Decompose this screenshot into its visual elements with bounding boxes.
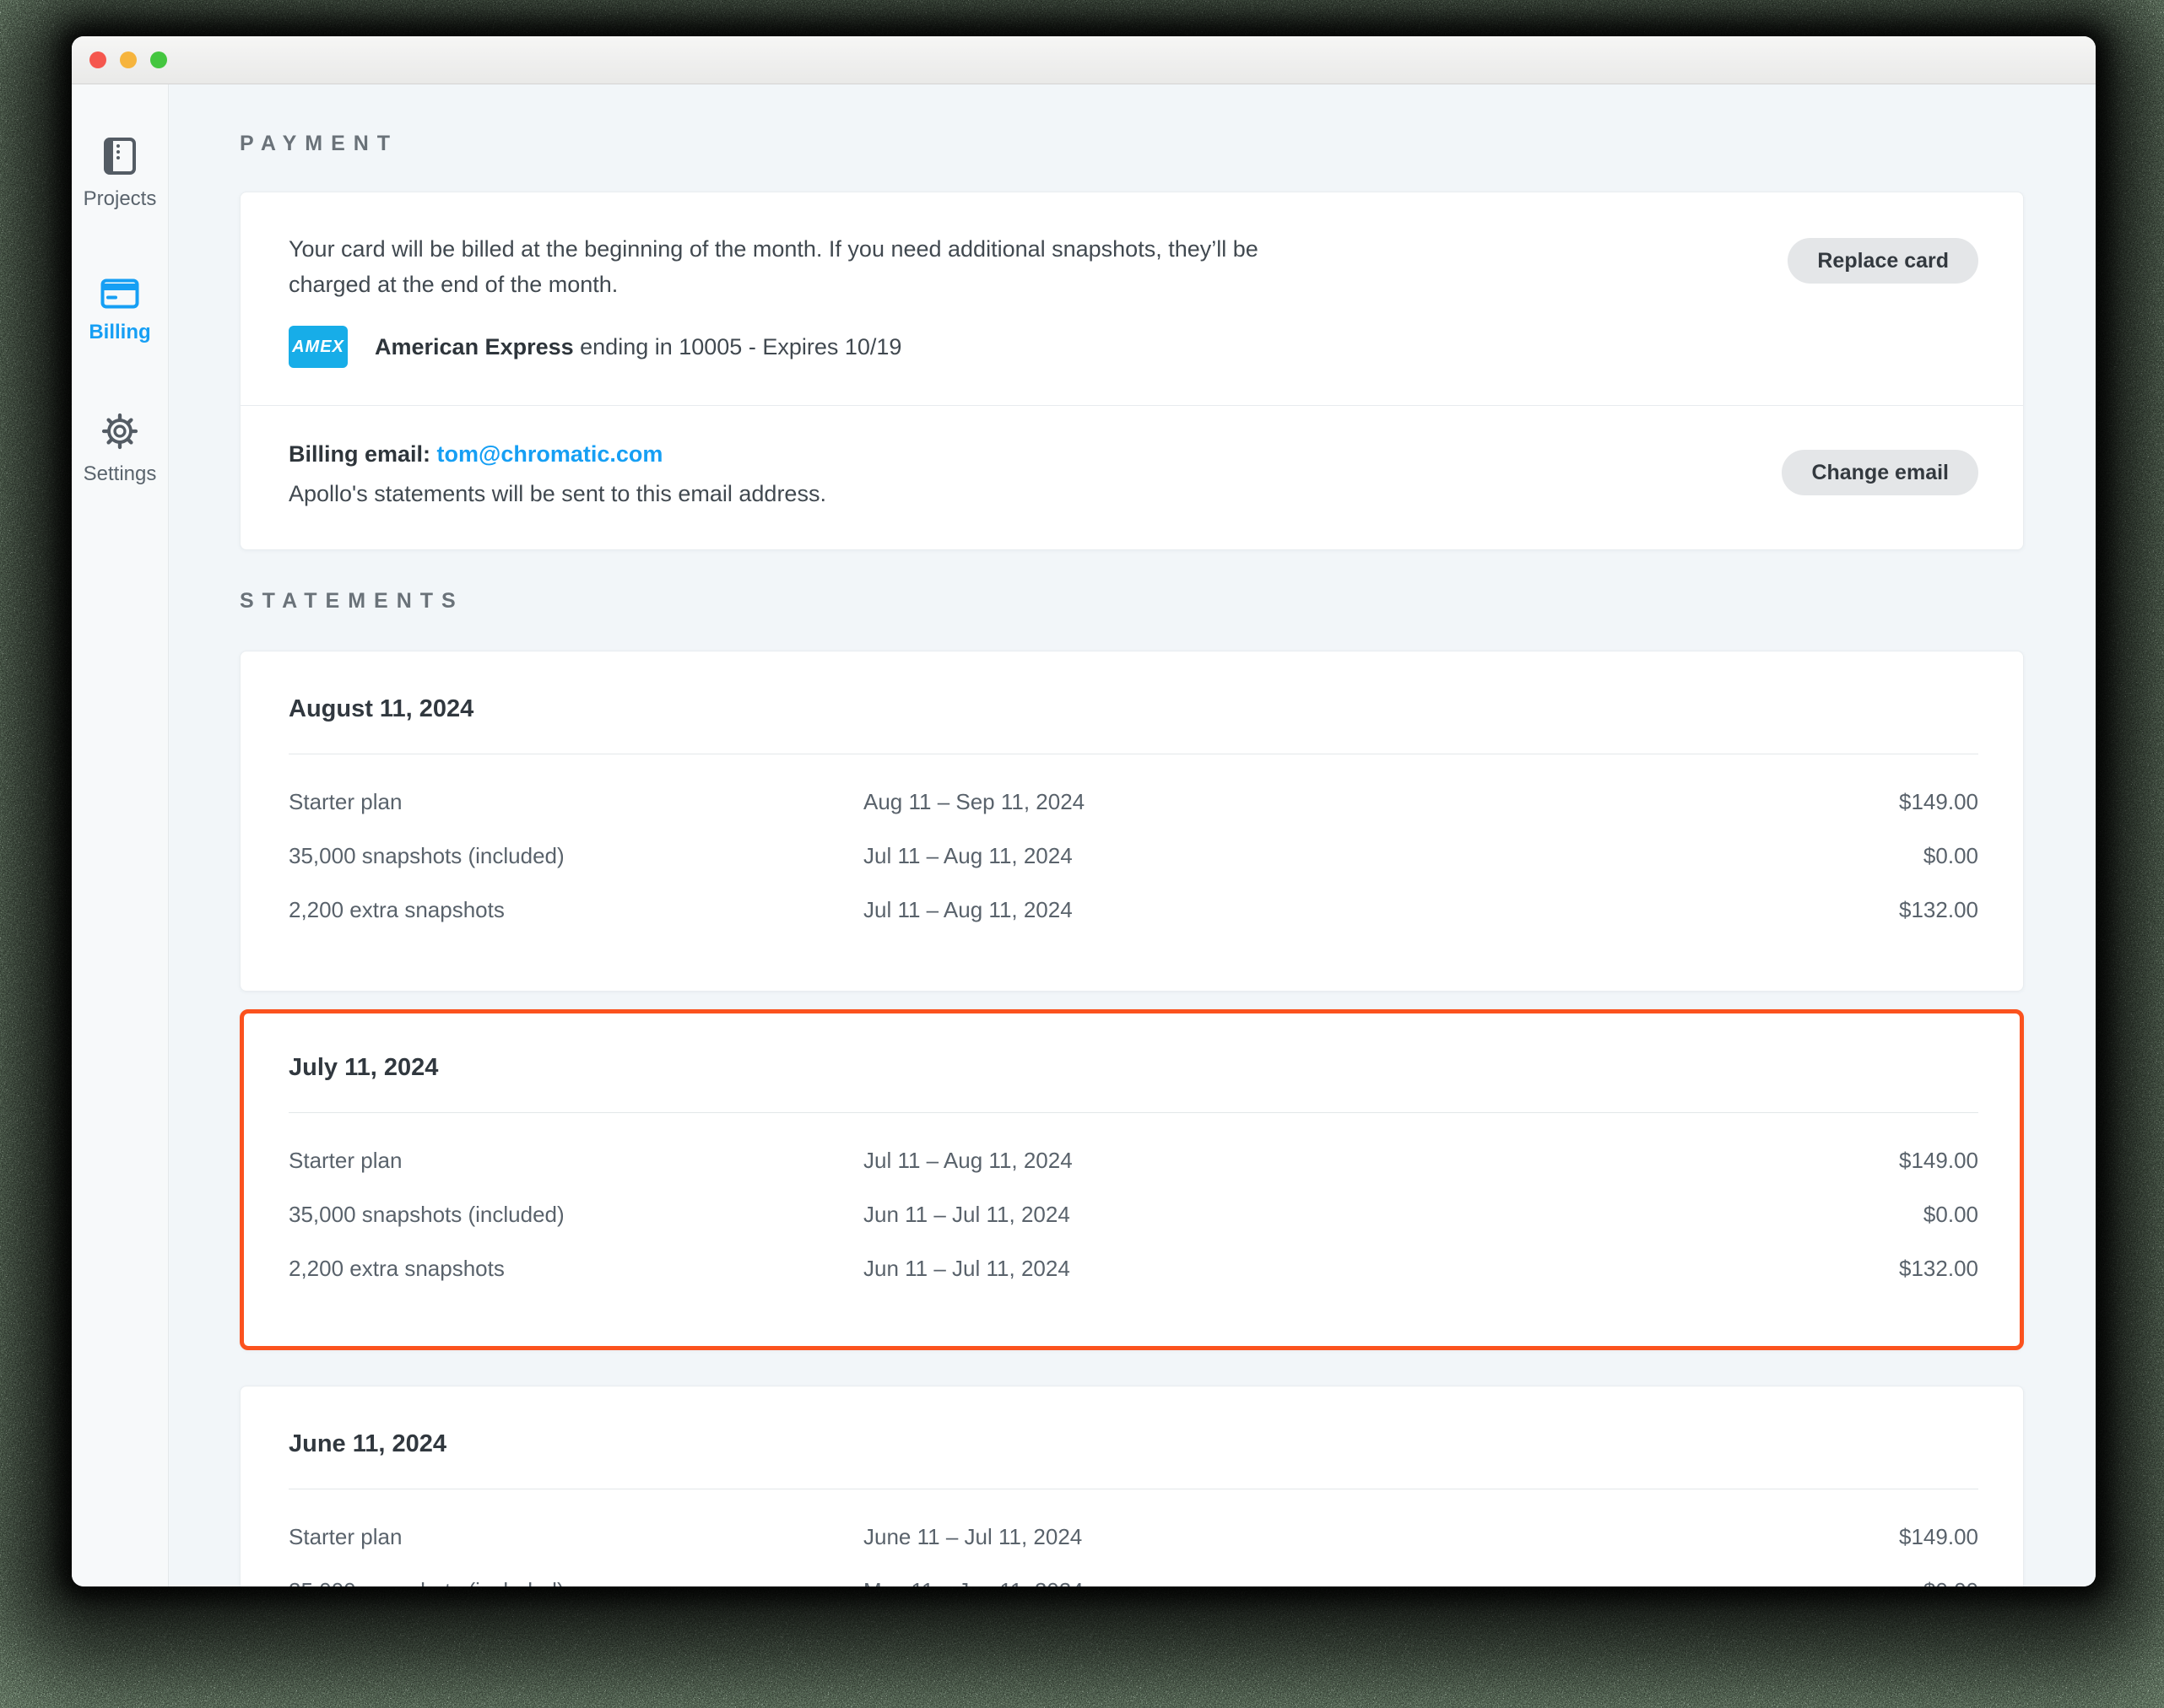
payment-section-title: PAYMENT <box>240 132 2024 156</box>
line-item-name: Starter plan <box>289 1148 863 1174</box>
line-item-name: Starter plan <box>289 1524 863 1550</box>
billing-note: Your card will be billed at the beginnin… <box>289 231 1344 302</box>
sidebar-item-label: Settings <box>84 462 157 486</box>
billing-icon <box>100 278 139 309</box>
desktop-background: Projects Billing <box>0 0 2164 1708</box>
projects-icon <box>103 137 137 176</box>
card-brand: American Express <box>375 334 574 359</box>
statements-list: August 11, 2024 Starter plan Aug 11 – Se… <box>240 651 2024 1586</box>
statement-line-item: 35,000 snapshots (included) Jul 11 – Aug… <box>289 829 1978 883</box>
line-item-amount: $0.00 <box>1923 1202 1978 1228</box>
billing-email-line: Billing email: tom@chromatic.com <box>289 441 826 468</box>
window-titlebar[interactable] <box>72 36 2096 84</box>
sidebar: Projects Billing <box>72 84 169 1586</box>
line-item-name: Starter plan <box>289 789 863 815</box>
statement-line-item: Starter plan Jul 11 – Aug 11, 2024 $149.… <box>289 1133 1978 1187</box>
line-item-period: Jun 11 – Jul 11, 2024 <box>863 1202 1923 1228</box>
sidebar-item-label: Billing <box>89 321 150 344</box>
change-email-button[interactable]: Change email <box>1782 450 1978 495</box>
line-item-period: Jun 11 – Jul 11, 2024 <box>863 1256 1899 1282</box>
statement-date: August 11, 2024 <box>289 695 1978 723</box>
line-item-period: Jul 11 – Aug 11, 2024 <box>863 897 1899 923</box>
zoom-button[interactable] <box>150 51 167 68</box>
card-details: ending in 10005 - Expires 10/19 <box>574 334 902 359</box>
statement-rows: Starter plan Jul 11 – Aug 11, 2024 $149.… <box>289 1133 1978 1295</box>
statement-line-item: 2,200 extra snapshots Jul 11 – Aug 11, 2… <box>289 883 1978 937</box>
statement-date: July 11, 2024 <box>289 1054 1978 1082</box>
card-summary-text: American Express ending in 10005 - Expir… <box>375 334 901 360</box>
settings-gear-icon <box>100 412 139 451</box>
line-item-period: June 11 – Jul 11, 2024 <box>863 1524 1899 1550</box>
statement-card[interactable]: July 11, 2024 Starter plan Jul 11 – Aug … <box>240 1009 2024 1350</box>
statement-line-item: Starter plan June 11 – Jul 11, 2024 $149… <box>289 1510 1978 1564</box>
card-info-section: Your card will be billed at the beginnin… <box>241 192 2023 405</box>
line-item-amount: $0.00 <box>1923 1578 1978 1587</box>
line-item-name: 35,000 snapshots (included) <box>289 843 863 869</box>
billing-email-label: Billing email: <box>289 441 430 467</box>
statement-card[interactable]: June 11, 2024 Starter plan June 11 – Jul… <box>240 1386 2024 1586</box>
app-window: Projects Billing <box>72 36 2096 1586</box>
line-item-amount: $0.00 <box>1923 843 1978 869</box>
statements-section-title: STATEMENTS <box>240 589 2024 613</box>
statement-rows: Starter plan June 11 – Jul 11, 2024 $149… <box>289 1510 1978 1586</box>
line-item-period: Aug 11 – Sep 11, 2024 <box>863 789 1899 815</box>
line-item-name: 35,000 snapshots (included) <box>289 1202 863 1228</box>
statement-line-item: 2,200 extra snapshots Jun 11 – Jul 11, 2… <box>289 1241 1978 1295</box>
line-item-name: 35,000 snapshots (included) <box>289 1578 863 1587</box>
statement-line-item: Starter plan Aug 11 – Sep 11, 2024 $149.… <box>289 775 1978 829</box>
billing-email-left: Billing email: tom@chromatic.com Apollo'… <box>289 441 826 507</box>
sidebar-item-billing[interactable]: Billing <box>89 278 150 344</box>
sidebar-item-projects[interactable]: Projects <box>84 137 157 211</box>
line-item-period: May 11 – Jun 11, 2024 <box>863 1578 1923 1587</box>
sidebar-item-label: Projects <box>84 187 157 211</box>
statement-card[interactable]: August 11, 2024 Starter plan Aug 11 – Se… <box>240 651 2024 992</box>
line-item-amount: $149.00 <box>1899 1148 1978 1174</box>
card-info-left: Your card will be billed at the beginnin… <box>289 231 1344 368</box>
line-item-amount: $132.00 <box>1899 1256 1978 1282</box>
line-item-amount: $132.00 <box>1899 897 1978 923</box>
statement-line-item: 35,000 snapshots (included) Jun 11 – Jul… <box>289 1187 1978 1241</box>
statement-date: June 11, 2024 <box>289 1430 1978 1458</box>
line-item-name: 2,200 extra snapshots <box>289 1256 863 1282</box>
payment-panel: Your card will be billed at the beginnin… <box>240 192 2024 550</box>
statement-rows: Starter plan Aug 11 – Sep 11, 2024 $149.… <box>289 775 1978 937</box>
line-item-period: Jul 11 – Aug 11, 2024 <box>863 1148 1899 1174</box>
close-button[interactable] <box>89 51 106 68</box>
card-summary-line: AMEX American Express ending in 10005 - … <box>289 326 1344 368</box>
line-item-name: 2,200 extra snapshots <box>289 897 863 923</box>
billing-email-section: Billing email: tom@chromatic.com Apollo'… <box>241 406 2023 549</box>
line-item-amount: $149.00 <box>1899 789 1978 815</box>
statement-divider <box>289 1112 1978 1113</box>
minimize-button[interactable] <box>120 51 137 68</box>
sidebar-item-settings[interactable]: Settings <box>84 412 157 486</box>
main-content: PAYMENT Your card will be billed at the … <box>169 84 2096 1586</box>
line-item-period: Jul 11 – Aug 11, 2024 <box>863 843 1923 869</box>
amex-card-badge: AMEX <box>289 326 348 368</box>
statement-line-item: 35,000 snapshots (included) May 11 – Jun… <box>289 1564 1978 1586</box>
line-item-amount: $149.00 <box>1899 1524 1978 1550</box>
billing-email-link[interactable]: tom@chromatic.com <box>437 441 663 467</box>
billing-email-note: Apollo's statements will be sent to this… <box>289 481 826 507</box>
replace-card-button[interactable]: Replace card <box>1788 238 1978 284</box>
window-body: Projects Billing <box>72 84 2096 1586</box>
